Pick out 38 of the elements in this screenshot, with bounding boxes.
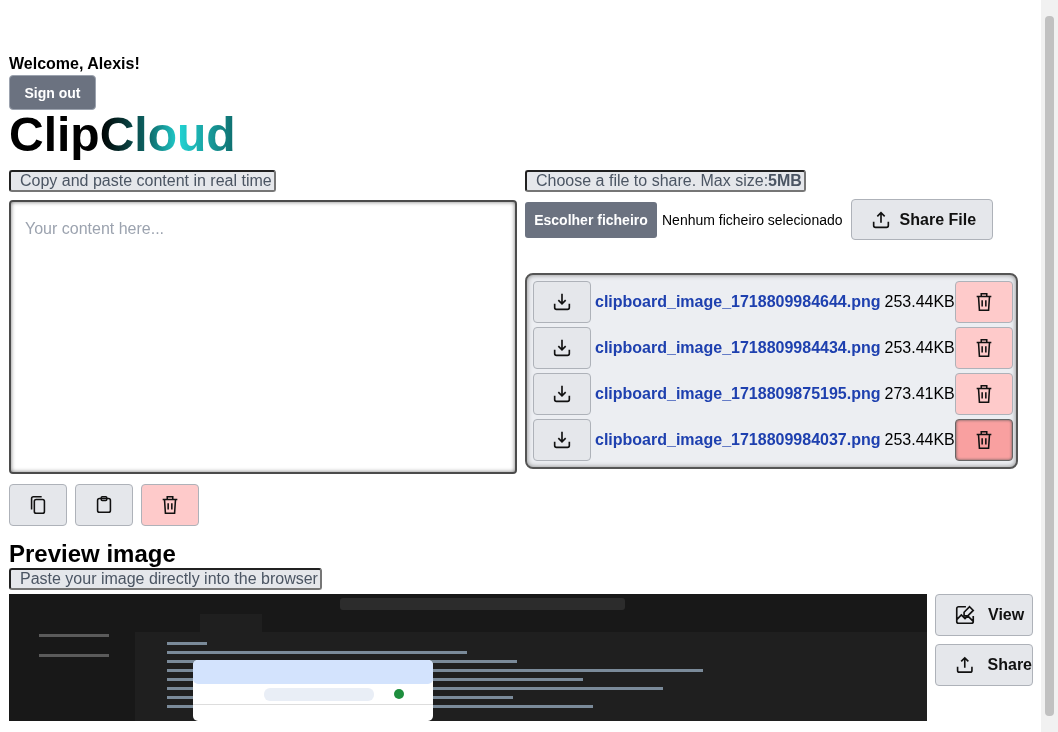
- section-label: Copy and paste content in real time: [9, 170, 276, 192]
- file-size: 253.44KB: [884, 293, 955, 311]
- download-icon: [551, 291, 573, 313]
- clear-button[interactable]: [141, 484, 199, 526]
- file-status: Nenhum ficheiro selecionado: [662, 211, 843, 228]
- file-link[interactable]: clipboard_image_1718809984644.png: [595, 293, 881, 311]
- image-edit-icon: [954, 604, 976, 626]
- file-link[interactable]: clipboard_image_1718809984434.png: [595, 339, 881, 357]
- download-button[interactable]: [533, 327, 591, 369]
- welcome-message: Welcome, Alexis!: [9, 54, 141, 73]
- upload-icon: [954, 654, 976, 676]
- delete-button[interactable]: [954, 327, 1013, 369]
- file-size: 253.44KB: [884, 339, 955, 357]
- file-size: 253.44KB: [884, 431, 955, 449]
- paste-button[interactable]: [75, 484, 133, 526]
- share-button[interactable]: Share: [935, 644, 1033, 686]
- copy-button[interactable]: [9, 484, 67, 526]
- view-button[interactable]: View: [935, 594, 1033, 636]
- file-size: 273.41KB: [884, 385, 955, 403]
- delete-button[interactable]: [954, 373, 1013, 415]
- section-label: Paste your image directly into the browser: [9, 568, 322, 590]
- content-textarea[interactable]: Your content here...: [9, 200, 517, 474]
- delete-button[interactable]: [954, 281, 1013, 323]
- download-icon: [551, 383, 573, 405]
- download-button[interactable]: [533, 419, 591, 461]
- section-label: Choose a file to share. Max size:5MB: [525, 170, 806, 192]
- download-icon: [551, 337, 573, 359]
- scrollbar[interactable]: [1041, 0, 1058, 732]
- share-file-button[interactable]: Share File: [850, 199, 994, 240]
- file-link[interactable]: clipboard_image_1718809984037.png: [595, 431, 881, 449]
- download-icon: [551, 429, 573, 451]
- download-button[interactable]: [533, 373, 591, 415]
- delete-button[interactable]: [954, 419, 1013, 461]
- sign-out-button[interactable]: Sign out: [9, 75, 96, 110]
- file-link[interactable]: clipboard_image_1718809875195.png: [595, 385, 881, 403]
- choose-file-button[interactable]: Escolher ficheiro: [525, 201, 657, 238]
- download-button[interactable]: [533, 281, 591, 323]
- section-heading: Preview image: [9, 540, 177, 568]
